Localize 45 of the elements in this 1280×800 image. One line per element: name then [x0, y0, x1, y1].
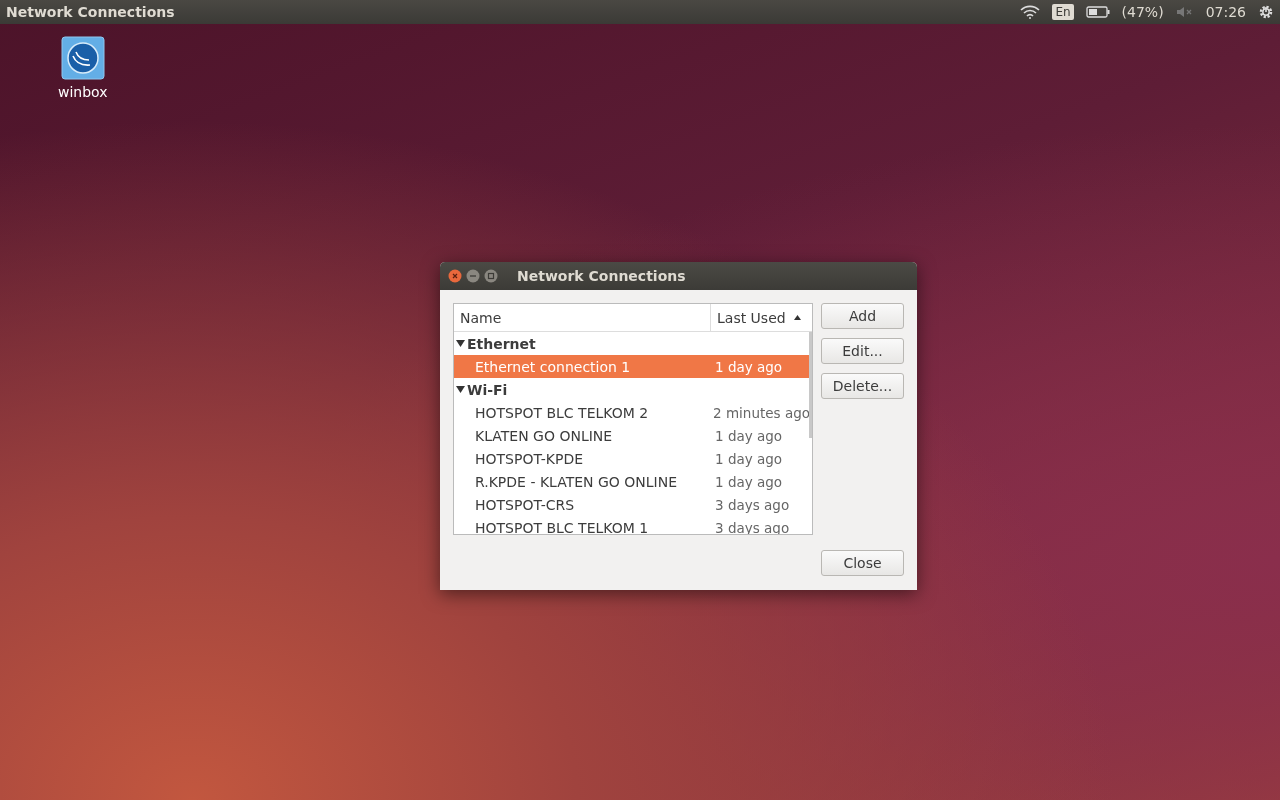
last-used-time: 1 day ago [715, 427, 783, 444]
connection-name: HOTSPOT BLC TELKOM 2 [475, 404, 650, 421]
last-used-time: 1 day ago [715, 358, 783, 375]
group-row[interactable]: Wi-Fi [454, 378, 812, 401]
battery-icon[interactable] [1085, 6, 1110, 18]
column-header[interactable]: Last Used [711, 304, 812, 331]
action-button[interactable]: Delete... [821, 373, 904, 399]
muted-speaker-icon[interactable] [1175, 6, 1194, 18]
connection-name: HOTSPOT-KPDE [475, 450, 584, 467]
close-button[interactable]: Close [821, 550, 904, 576]
connection-name: HOTSPOT BLC TELKOM 1 [475, 519, 650, 534]
power-gear-icon[interactable] [1258, 4, 1274, 20]
expanded-triangle-icon[interactable] [456, 385, 465, 394]
last-used-time: 2 minutes ago [713, 404, 810, 421]
window-title: Network Connections [517, 268, 686, 284]
group-row[interactable]: Ethernet [454, 332, 812, 355]
clock[interactable]: 07:26 [1205, 4, 1246, 20]
wifi-icon[interactable] [1020, 5, 1041, 19]
swirl-app-icon[interactable] [60, 36, 105, 80]
last-used-time: 3 days ago [715, 496, 790, 513]
group-label: Wi-Fi [467, 381, 508, 398]
app-title: Network Connections [6, 4, 175, 20]
desktop-icon-label[interactable]: winbox [58, 84, 108, 100]
battery-percentage: (47%) [1121, 4, 1164, 20]
connection-row[interactable]: R.KPDE - KLATEN GO ONLINE 1 day ago [454, 470, 810, 493]
connection-name: Ethernet connection 1 [475, 358, 632, 375]
close-icon[interactable] [448, 269, 462, 283]
maximize-icon[interactable] [484, 269, 498, 283]
expanded-triangle-icon[interactable] [456, 339, 465, 348]
action-button[interactable]: Add [821, 303, 904, 329]
connection-name: R.KPDE - KLATEN GO ONLINE [475, 473, 679, 490]
column-header[interactable]: Name [454, 304, 711, 331]
connection-name: KLATEN GO ONLINE [475, 427, 614, 444]
last-used-time: 1 day ago [715, 450, 783, 467]
connection-row[interactable]: HOTSPOT BLC TELKOM 2 2 minutes ago [454, 401, 810, 424]
connection-row[interactable]: HOTSPOT-CRS 3 days ago [454, 493, 810, 516]
connection-name: HOTSPOT-CRS [475, 496, 576, 513]
scrollbar[interactable] [809, 332, 812, 438]
minimize-icon[interactable] [466, 269, 480, 283]
action-button[interactable]: Edit... [821, 338, 904, 364]
keyboard-indicator[interactable]: En [1052, 4, 1074, 20]
last-used-time: 1 day ago [715, 473, 783, 490]
connection-row[interactable]: KLATEN GO ONLINE 1 day ago [454, 424, 810, 447]
connection-row[interactable]: HOTSPOT-KPDE 1 day ago [454, 447, 810, 470]
group-label: Ethernet [467, 335, 536, 352]
